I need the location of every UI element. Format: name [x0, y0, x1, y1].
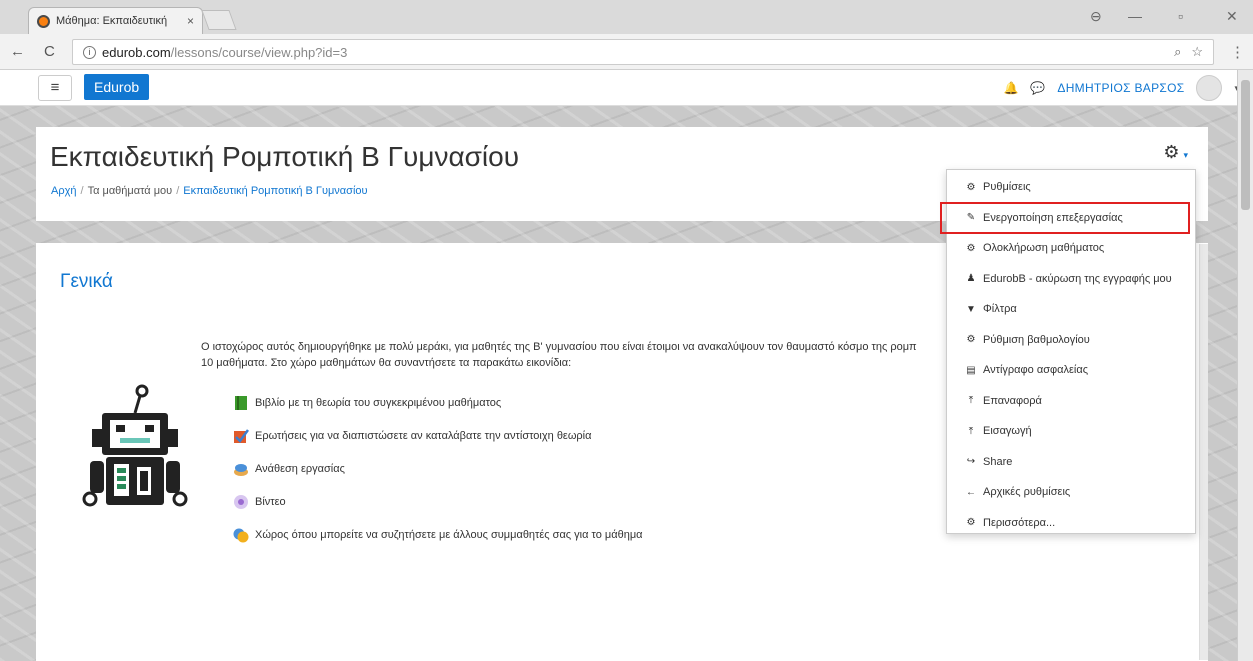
- arrow-left-icon: ←: [966, 486, 976, 498]
- legend-label: Βίντεο: [255, 495, 286, 508]
- messages-icon[interactable]: 💬: [1030, 81, 1045, 95]
- zoom-icon[interactable]: ⌕: [1174, 44, 1181, 60]
- filter-icon: ▼: [966, 303, 976, 315]
- menu-item-restore[interactable]: ⤒ Επαναφορά: [947, 386, 1195, 417]
- backup-file-icon: ▤: [966, 364, 976, 376]
- site-info-icon[interactable]: i: [83, 45, 96, 59]
- site-brand-link[interactable]: Edurob: [84, 74, 150, 100]
- url-field[interactable]: i edurob.com/lessons/course/view.php?id=…: [72, 39, 1214, 65]
- pencil-icon: ✎: [966, 212, 976, 224]
- page-scrollbar-thumb[interactable]: [1241, 80, 1250, 210]
- list-item: Ανάθεση εργασίας: [233, 452, 643, 485]
- gear-icon: ⚙: [1163, 142, 1180, 162]
- menu-item-more[interactable]: ⚙ Περισσότερα...: [947, 508, 1195, 539]
- menu-item-label: Φίλτρα: [983, 303, 1017, 316]
- menu-item-turn-editing-on[interactable]: ✎ Ενεργοποίηση επεξεργασίας: [940, 201, 1190, 234]
- tab-title: Μάθημα: Εκπαιδευτική: [56, 15, 168, 27]
- menu-item-label: Αρχικές ρυθμίσεις: [983, 486, 1071, 499]
- list-item: Ερωτήσεις για να διαπιστώσετε αν καταλάβ…: [233, 419, 643, 452]
- menu-item-reset[interactable]: ← Αρχικές ρυθμίσεις: [947, 477, 1195, 508]
- breadcrumb-separator: /: [176, 185, 180, 197]
- window-close-button[interactable]: ✕: [1226, 8, 1238, 25]
- intro-line-2: 10 μαθήματα. Στο χώρο μαθημάτων θα συναν…: [201, 357, 572, 369]
- legend-label: Ανάθεση εργασίας: [255, 462, 345, 475]
- gear-icon: ⚙: [966, 242, 976, 254]
- breadcrumb-my-courses[interactable]: Τα μαθήματά μου: [88, 185, 173, 197]
- menu-item-settings[interactable]: ⚙ Ρυθμίσεις: [947, 172, 1195, 203]
- address-bar-row: ← C i edurob.com/lessons/course/view.php…: [0, 34, 1253, 70]
- menu-item-label: Ενεργοποίηση επεξεργασίας: [983, 211, 1123, 224]
- breadcrumb-course-link[interactable]: Εκπαιδευτική Ρομποτική Β Γυμνασίου: [183, 185, 367, 197]
- section-title[interactable]: Γενικά: [60, 271, 113, 293]
- legend-label: Ερωτήσεις για να διαπιστώσετε αν καταλάβ…: [255, 429, 592, 442]
- list-item: Βιβλίο με τη θεωρία του συγκεκριμένου μα…: [233, 386, 643, 419]
- menu-item-label: Ρύθμιση βαθμολογίου: [983, 333, 1090, 346]
- chevron-down-icon: ▾: [1183, 150, 1188, 160]
- legend-label: Χώρος όπου μπορείτε να συζητήσετε με άλλ…: [255, 528, 643, 541]
- browser-tab[interactable]: Μάθημα: Εκπαιδευτική ×: [28, 7, 203, 34]
- menu-item-label: Επαναφορά: [983, 394, 1042, 407]
- page-title: Εκπαιδευτική Ρομποτική Β Γυμνασίου: [50, 141, 520, 172]
- hamburger-menu-button[interactable]: ≡: [38, 75, 72, 101]
- site-navbar: ≡ Edurob 🔔 💬 ΔΗΜΗΤΡΙΟΣ ΒΑΡΣΟΣ ▾: [0, 70, 1253, 106]
- page-scrollbar[interactable]: [1237, 70, 1253, 661]
- legend-label: Βιβλίο με τη θεωρία του συγκεκριμένου μα…: [255, 396, 502, 409]
- menu-item-label: Ρυθμίσεις: [983, 181, 1031, 194]
- breadcrumb: Αρχή / Τα μαθήματά μου / Εκπαιδευτική Ρομποτ…: [51, 185, 368, 197]
- upload-icon: ⤒: [968, 395, 974, 407]
- quiz-check-icon: [234, 428, 249, 443]
- browser-tab-bar: Μάθημα: Εκπαιδευτική × ⊖ — ▫ ✕: [0, 0, 1253, 34]
- menu-item-label: Εισαγωγή: [983, 425, 1032, 438]
- content-scrollbar[interactable]: [1199, 244, 1208, 660]
- breadcrumb-separator: /: [80, 185, 84, 197]
- new-tab-button[interactable]: [201, 10, 237, 30]
- avatar[interactable]: [1196, 75, 1223, 101]
- breadcrumb-home-link[interactable]: Αρχή: [51, 185, 77, 197]
- gear-icon: ⚙: [966, 181, 976, 193]
- notifications-bell-icon[interactable]: 🔔: [1003, 81, 1018, 95]
- course-actions-menu: ⚙ Ρυθμίσεις ✎ Ενεργοποίηση επεξεργασίας ⚙ Ο…: [940, 169, 1196, 534]
- robot-illustration-icon: [82, 384, 188, 507]
- menu-item-label: EdurobB - ακύρωση της εγγραφής μου: [983, 272, 1172, 285]
- menu-item-label: Αντίγραφο ασφαλείας: [983, 364, 1088, 377]
- forum-icon: [233, 528, 249, 542]
- menu-item-backup[interactable]: ▤ Αντίγραφο ασφαλείας: [947, 355, 1195, 386]
- browser-menu-icon[interactable]: ⋮: [1230, 43, 1245, 61]
- assignment-icon: [234, 463, 248, 476]
- account-icon[interactable]: ⊖: [1090, 8, 1102, 25]
- gear-icon: ⚙: [966, 334, 976, 346]
- list-item: Βίντεο: [233, 485, 643, 518]
- maximize-button[interactable]: ▫: [1178, 8, 1183, 24]
- minimize-button[interactable]: —: [1128, 8, 1142, 24]
- menu-item-label: Share: [983, 455, 1013, 468]
- gear-icon: ⚙: [966, 517, 976, 529]
- menu-item-label: Περισσότερα...: [983, 516, 1056, 529]
- menu-item-filters[interactable]: ▼ Φίλτρα: [947, 294, 1195, 325]
- upload-icon: ⤒: [968, 425, 974, 437]
- menu-item-gradebook-setup[interactable]: ⚙ Ρύθμιση βαθμολογίου: [947, 325, 1195, 356]
- menu-item-import[interactable]: ⤒ Εισαγωγή: [947, 416, 1195, 447]
- menu-item-course-completion[interactable]: ⚙ Ολοκλήρωση μαθήματος: [947, 233, 1195, 264]
- tab-close-icon[interactable]: ×: [187, 14, 194, 28]
- intro-line-1: Ο ιστοχώρος αυτός δημιουργήθηκε με πολύ …: [201, 341, 917, 353]
- video-icon: [234, 494, 248, 509]
- menu-item-share[interactable]: ↪ Share: [947, 447, 1195, 478]
- menu-item-label: Ολοκλήρωση μαθήματος: [983, 242, 1105, 255]
- reload-icon[interactable]: C: [44, 43, 55, 60]
- moodle-favicon-icon: [37, 14, 50, 28]
- section-intro: Ο ιστοχώρος αυτός δημιουργήθηκε με πολύ …: [201, 339, 971, 371]
- bookmark-star-icon[interactable]: ☆: [1191, 44, 1203, 60]
- url-host: edurob.com: [102, 44, 171, 60]
- share-icon: ↪: [966, 456, 976, 468]
- book-icon: [235, 395, 247, 410]
- user-menu-name[interactable]: ΔΗΜΗΤΡΙΟΣ ΒΑΡΣΟΣ: [1057, 81, 1184, 95]
- user-icon: ♟: [966, 273, 976, 285]
- list-item: Χώρος όπου μπορείτε να συζητήσετε με άλλ…: [233, 518, 643, 551]
- course-actions-button[interactable]: ⚙ ▾: [1163, 142, 1188, 163]
- menu-item-unenrol[interactable]: ♟ EdurobB - ακύρωση της εγγραφής μου: [947, 264, 1195, 295]
- url-path: /lessons/course/view.php?id=3: [170, 44, 348, 60]
- icon-legend-list: Βιβλίο με τη θεωρία του συγκεκριμένου μα…: [233, 386, 643, 551]
- back-arrow-icon[interactable]: ←: [10, 43, 25, 60]
